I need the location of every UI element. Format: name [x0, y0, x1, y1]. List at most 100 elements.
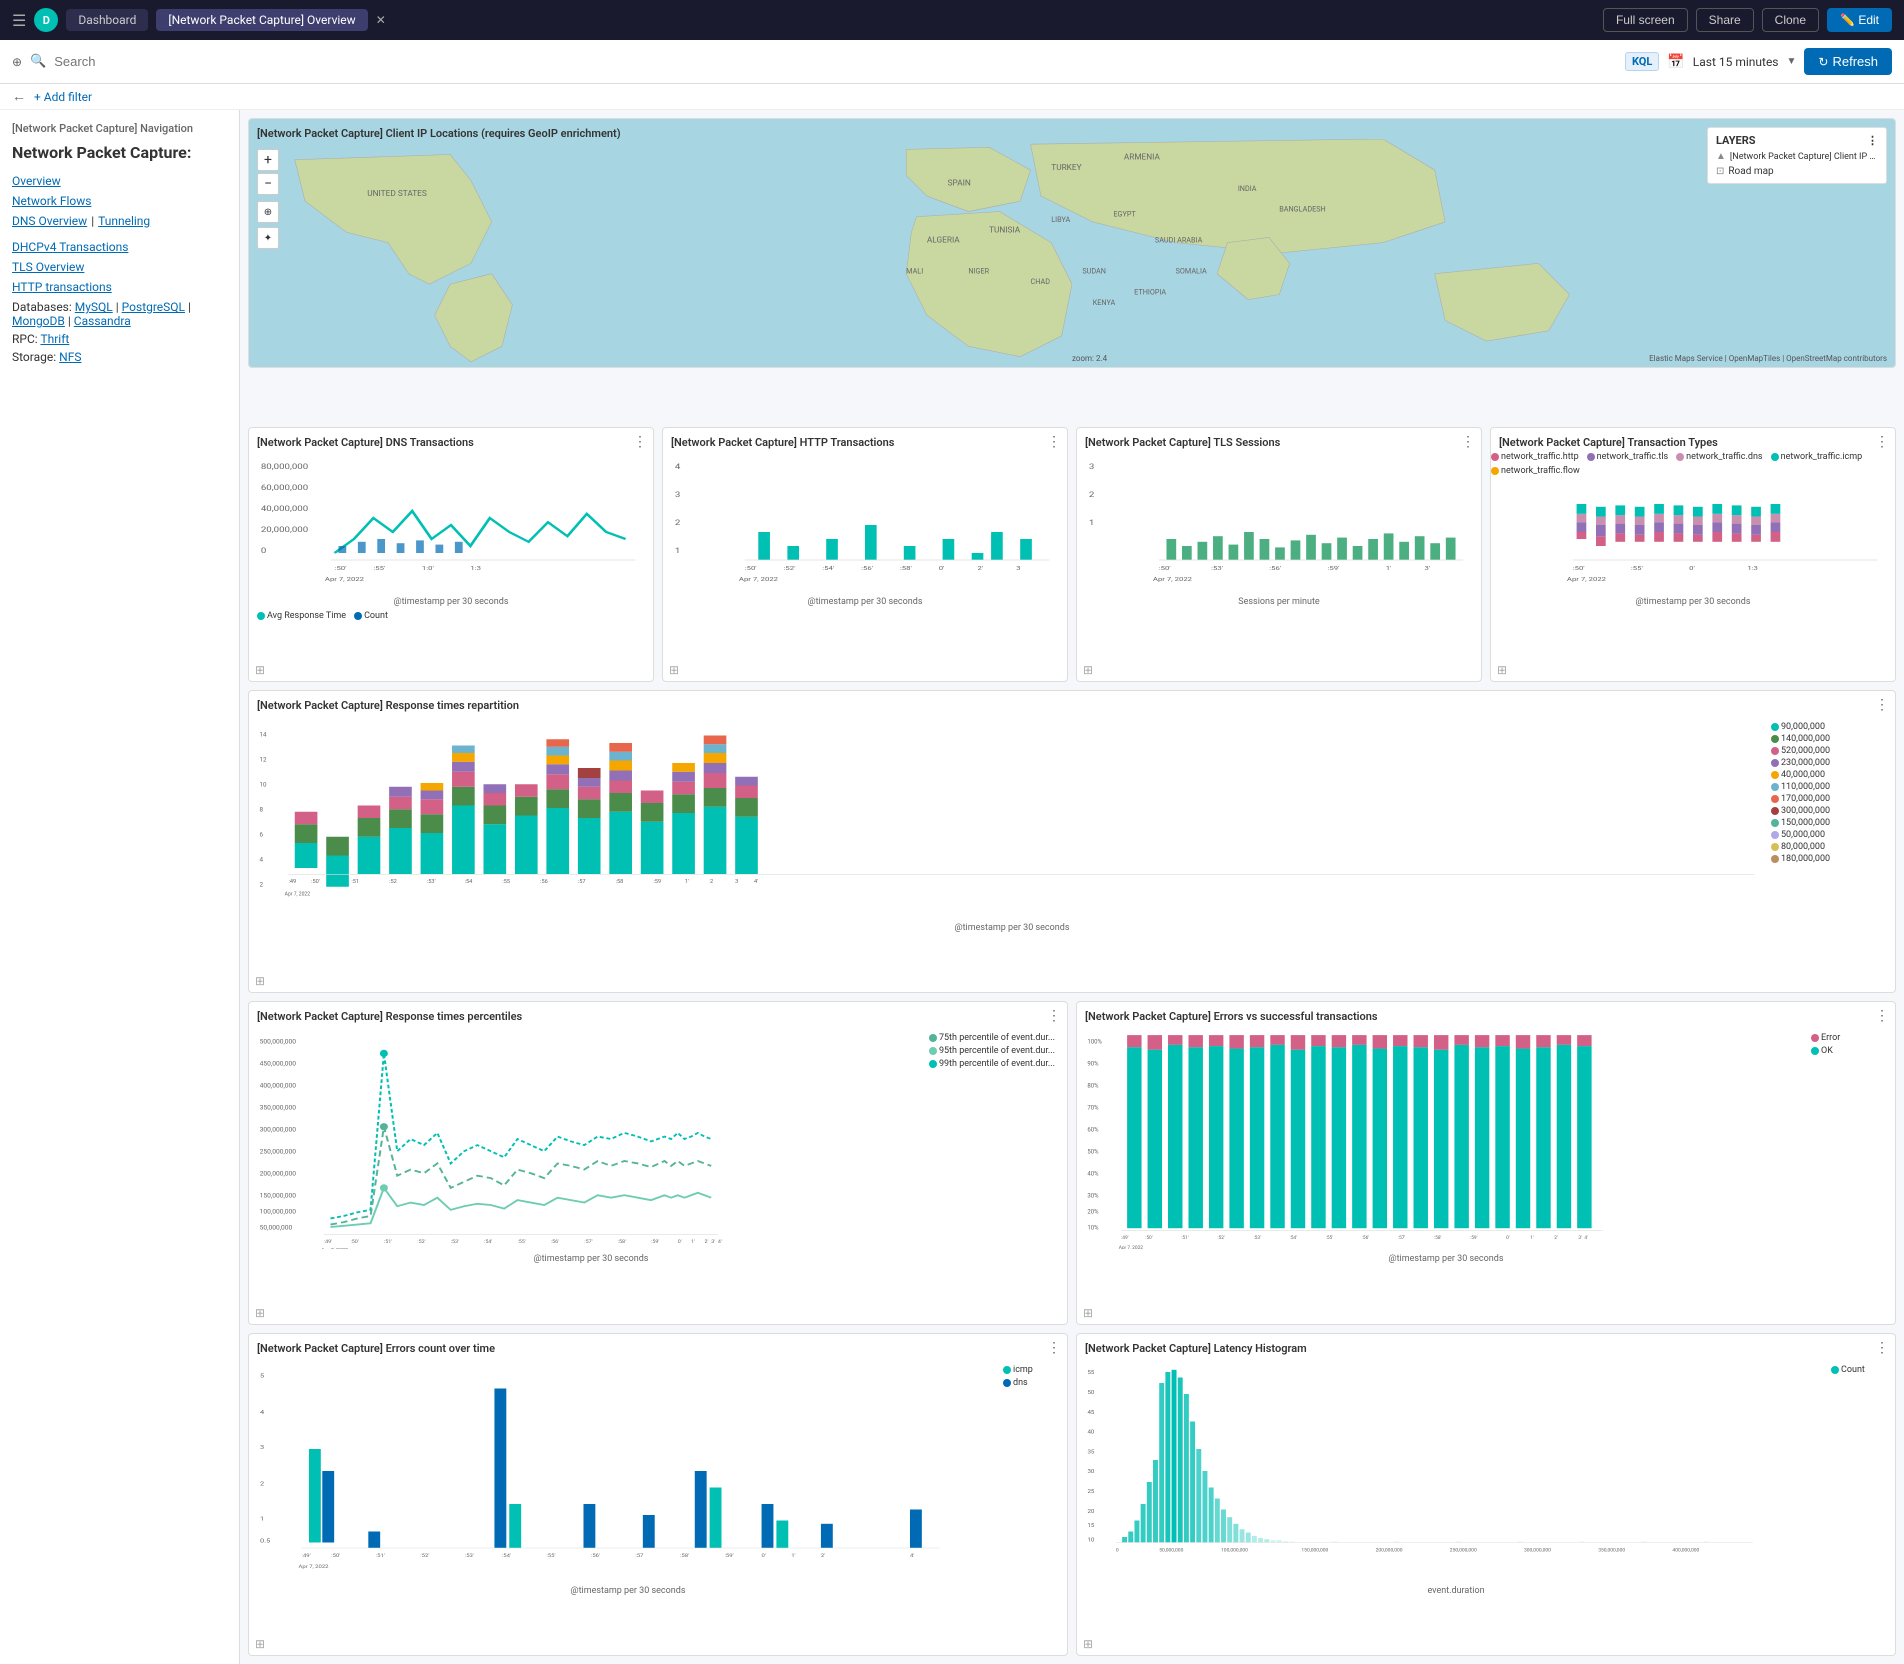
- tls-panel-menu[interactable]: ⋮: [1461, 434, 1475, 450]
- refresh-button[interactable]: ↻ Refresh: [1804, 48, 1892, 75]
- percentiles-legend: 75th percentile of event.dur... 95th per…: [925, 1029, 1059, 1264]
- svg-text:45: 45: [1087, 1410, 1095, 1416]
- svg-text:0': 0': [1506, 1235, 1510, 1241]
- svg-text:450,000,000: 450,000,000: [260, 1060, 297, 1068]
- sidebar-link-mongodb[interactable]: MongoDB: [12, 314, 65, 328]
- time-range-chevron-icon[interactable]: ▼: [1787, 56, 1797, 67]
- svg-text:0: 0: [1116, 1547, 1119, 1553]
- trans-types-grid-icon[interactable]: ⊞: [1497, 663, 1507, 677]
- sidebar-link-postgresql[interactable]: PostgreSQL: [122, 300, 185, 314]
- response-times-content: 14 12 10 8 6 4 2: [257, 718, 1887, 933]
- errors-count-grid-icon[interactable]: ⊞: [255, 1637, 265, 1651]
- svg-text:400,000,000: 400,000,000: [260, 1082, 297, 1090]
- kql-badge[interactable]: KQL: [1625, 52, 1659, 71]
- svg-text:20: 20: [1087, 1509, 1094, 1515]
- errors-success-panel: [Network Packet Capture] Errors vs succe…: [1076, 1001, 1896, 1324]
- search-expand-icon[interactable]: ⊕: [12, 55, 22, 69]
- svg-text::55': :55': [517, 1239, 525, 1245]
- edit-button[interactable]: ✏️ Edit: [1827, 8, 1892, 32]
- layers-menu-icon[interactable]: ⋮: [1867, 134, 1878, 147]
- svg-text:60%: 60%: [1087, 1127, 1099, 1134]
- svg-text:1': 1': [685, 879, 689, 885]
- svg-text:Apr 7, 2022: Apr 7, 2022: [1153, 576, 1192, 583]
- sidebar-link-network-flows[interactable]: Network Flows: [12, 194, 227, 208]
- svg-text:2: 2: [675, 520, 681, 528]
- svg-text::58': :58': [1434, 1235, 1442, 1241]
- sidebar-link-dhcp[interactable]: DHCPv4 Transactions: [12, 240, 227, 254]
- svg-text:1': 1': [791, 1553, 795, 1558]
- errors-success-panel-menu[interactable]: ⋮: [1875, 1008, 1889, 1024]
- svg-text:30%: 30%: [1087, 1193, 1099, 1200]
- sidebar-link-thrift[interactable]: Thrift: [40, 332, 69, 346]
- latency-grid-icon[interactable]: ⊞: [1083, 1637, 1093, 1651]
- sidebar-link-tls[interactable]: TLS Overview: [12, 260, 227, 274]
- latency-content: 55 50 45 40 35 30 25 20 15 10: [1085, 1361, 1887, 1596]
- svg-text::49': :49': [302, 1553, 311, 1558]
- dns-grid-icon[interactable]: ⊞: [255, 663, 265, 677]
- svg-text:50,000,000: 50,000,000: [260, 1224, 293, 1232]
- layers-button[interactable]: ✦: [257, 227, 279, 249]
- dns-legend: Avg Response Time Count: [257, 611, 645, 621]
- percentiles-grid-icon[interactable]: ⊞: [255, 1306, 265, 1320]
- http-panel-menu[interactable]: ⋮: [1047, 434, 1061, 450]
- svg-text:20,000,000: 20,000,000: [261, 527, 309, 535]
- sidebar-link-overview[interactable]: Overview: [12, 174, 227, 188]
- errors-success-svg: 100% 90% 80% 70% 60% 50% 40% 30% 20% 10%: [1085, 1029, 1807, 1249]
- svg-text:1:0': 1:0': [422, 565, 434, 572]
- sidebar-link-mysql[interactable]: MySQL: [75, 300, 113, 314]
- sidebar-link-dns-overview[interactable]: DNS Overview: [12, 214, 87, 228]
- search-input[interactable]: [54, 54, 1617, 69]
- calendar-icon[interactable]: 📅: [1667, 54, 1684, 70]
- fullscreen-button[interactable]: Full screen: [1603, 8, 1688, 32]
- svg-text:3': 3': [1578, 1235, 1582, 1241]
- errors-success-grid-icon[interactable]: ⊞: [1083, 1306, 1093, 1320]
- tab-dashboard[interactable]: Dashboard: [66, 9, 148, 31]
- svg-text:400,000,000: 400,000,000: [1672, 1547, 1699, 1553]
- latency-panel-menu[interactable]: ⋮: [1875, 1340, 1889, 1356]
- response-times-grid-icon[interactable]: ⊞: [255, 974, 265, 988]
- sidebar-link-nfs[interactable]: NFS: [59, 350, 81, 364]
- svg-text::54': :54': [484, 1239, 492, 1245]
- http-grid-icon[interactable]: ⊞: [669, 663, 679, 677]
- svg-text::49: :49: [288, 879, 296, 885]
- svg-text:1: 1: [1089, 520, 1094, 528]
- clone-button[interactable]: Clone: [1762, 8, 1819, 32]
- share-button[interactable]: Share: [1696, 8, 1754, 32]
- time-range-dropdown[interactable]: Last 15 minutes: [1693, 55, 1779, 69]
- svg-text:100,000,000: 100,000,000: [1221, 1547, 1248, 1553]
- svg-text::49': :49': [324, 1239, 332, 1245]
- errors-count-legend: icmp dns: [999, 1361, 1059, 1596]
- location-button[interactable]: ⊕: [257, 201, 279, 223]
- svg-text:2: 2: [260, 1480, 265, 1487]
- layer-icon-road: ⊡: [1716, 166, 1724, 177]
- sidebar-link-http[interactable]: HTTP transactions: [12, 280, 227, 294]
- errors-count-panel-menu[interactable]: ⋮: [1047, 1340, 1061, 1356]
- zoom-out-button[interactable]: −: [257, 173, 279, 195]
- trans-types-panel-menu[interactable]: ⋮: [1875, 434, 1889, 450]
- svg-text:350,000,000: 350,000,000: [1598, 1547, 1625, 1553]
- svg-text::55': :55': [373, 565, 385, 572]
- filter-back-icon[interactable]: ←: [12, 88, 26, 105]
- svg-text:2: 2: [260, 881, 264, 889]
- svg-text:15: 15: [1087, 1523, 1095, 1529]
- svg-text:UNITED STATES: UNITED STATES: [367, 189, 427, 199]
- hamburger-icon[interactable]: ☰: [12, 11, 26, 30]
- svg-text::56': :56': [861, 565, 873, 572]
- response-times-panel: [Network Packet Capture] Response times …: [248, 690, 1896, 993]
- response-times-panel-menu[interactable]: ⋮: [1875, 697, 1889, 713]
- add-filter-button[interactable]: + Add filter: [34, 90, 92, 104]
- svg-text::57': :57': [1398, 1235, 1406, 1241]
- tab-network-packet-capture[interactable]: [Network Packet Capture] Overview: [156, 9, 367, 31]
- svg-text:14: 14: [260, 731, 268, 739]
- percentiles-axis-label: @timestamp per 30 seconds: [257, 1254, 925, 1264]
- percentiles-panel-menu[interactable]: ⋮: [1047, 1008, 1061, 1024]
- sidebar-link-cassandra[interactable]: Cassandra: [74, 314, 131, 328]
- sidebar-link-tunneling[interactable]: Tunneling: [98, 214, 150, 228]
- tab-close-icon[interactable]: ✕: [376, 13, 386, 27]
- dns-panel-menu[interactable]: ⋮: [633, 434, 647, 450]
- svg-text::49': :49': [1121, 1235, 1129, 1241]
- svg-text:90%: 90%: [1087, 1061, 1099, 1068]
- tls-grid-icon[interactable]: ⊞: [1083, 663, 1093, 677]
- zoom-in-button[interactable]: +: [257, 149, 279, 171]
- svg-text:300,000,000: 300,000,000: [1524, 1547, 1551, 1553]
